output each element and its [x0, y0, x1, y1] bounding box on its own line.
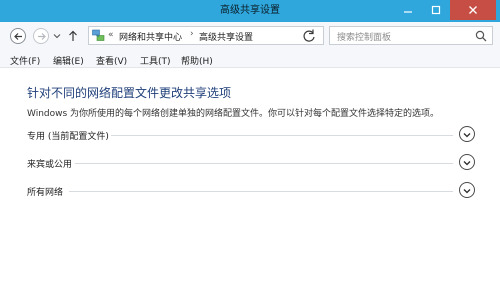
expand-guest-public-button[interactable] — [459, 154, 475, 170]
back-button[interactable] — [10, 28, 26, 44]
page-description: Windows 为你所使用的每个网络创建单独的网络配置文件。你可以针对每个配置文… — [27, 109, 440, 119]
page-title: 针对不同的网络配置文件更改共享选项 — [27, 86, 232, 100]
recent-locations-chevron-icon[interactable] — [53, 32, 61, 40]
section-label-guest-public[interactable]: 来宾或公用 — [27, 157, 75, 170]
expand-private-button[interactable] — [459, 126, 475, 142]
menu-view[interactable]: 查看(V) — [96, 54, 127, 67]
chevron-down-icon — [463, 189, 471, 194]
search-placeholder: 搜索控制面板 — [337, 33, 392, 43]
up-arrow-icon[interactable] — [68, 30, 78, 42]
maximize-icon — [431, 5, 441, 15]
forward-arrow-icon — [37, 33, 46, 40]
menu-bar: 文件(F) 编辑(E) 查看(V) 工具(T) 帮助(H) — [0, 50, 500, 68]
section-label-private[interactable]: 专用 (当前配置文件) — [27, 129, 111, 142]
maximize-button[interactable] — [422, 0, 450, 20]
section-guest-public[interactable]: 来宾或公用 — [27, 154, 477, 174]
expand-all-networks-button[interactable] — [459, 182, 475, 198]
section-divider — [75, 163, 453, 164]
close-icon — [469, 6, 477, 14]
menu-file[interactable]: 文件(F) — [10, 54, 40, 67]
breadcrumb-advanced-sharing-settings[interactable]: 高级共享设置 — [199, 30, 253, 43]
content-pane: 针对不同的网络配置文件更改共享选项 Windows 为你所使用的每个网络创建单独… — [0, 69, 500, 308]
breadcrumb-separator[interactable]: › — [190, 29, 194, 39]
refresh-icon[interactable] — [300, 27, 318, 45]
section-divider — [69, 191, 453, 192]
breadcrumb-network-sharing-center[interactable]: 网络和共享中心 — [119, 30, 182, 43]
network-control-panel-icon — [92, 29, 105, 41]
chevron-down-icon — [463, 161, 471, 166]
search-input[interactable]: 搜索控制面板 — [329, 26, 493, 45]
address-bar: « 网络和共享中心 › 高级共享设置 搜索控制面板 — [0, 22, 500, 50]
section-label-all-networks[interactable]: 所有网络 — [27, 185, 66, 198]
back-arrow-icon — [13, 33, 22, 40]
menu-tools[interactable]: 工具(T) — [140, 54, 171, 67]
section-all-networks[interactable]: 所有网络 — [27, 182, 477, 202]
search-icon[interactable] — [475, 30, 487, 42]
forward-button[interactable] — [33, 28, 49, 44]
chevron-down-icon — [463, 133, 471, 138]
minimize-button[interactable] — [394, 0, 422, 20]
close-button[interactable] — [450, 0, 496, 20]
menu-edit[interactable]: 编辑(E) — [53, 54, 84, 67]
section-divider — [111, 135, 453, 136]
menu-help[interactable]: 帮助(H) — [181, 54, 213, 67]
breadcrumb-overflow[interactable]: « — [108, 30, 114, 40]
section-private[interactable]: 专用 (当前配置文件) — [27, 126, 477, 146]
minimize-icon — [404, 11, 412, 13]
address-field[interactable]: « 网络和共享中心 › 高级共享设置 — [88, 26, 378, 45]
